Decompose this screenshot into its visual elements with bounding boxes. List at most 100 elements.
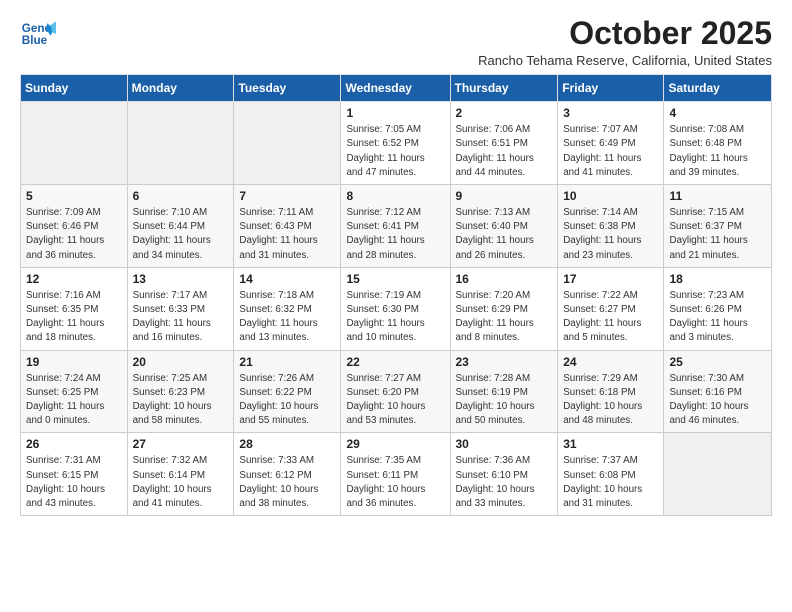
calendar-cell: 21Sunrise: 7:26 AM Sunset: 6:22 PM Dayli… [234, 350, 341, 433]
page: General Blue October 2025 Rancho Tehama … [0, 0, 792, 532]
calendar-cell: 30 Sunrise: 7:36 AM Sunset: 6:10 PM Dayli… [450, 433, 558, 516]
svg-text:Blue: Blue [22, 34, 48, 47]
calendar-week-row: 12 Sunrise: 7:16 AM Sunset: 6:35 PM Dayli… [21, 267, 772, 350]
calendar-cell: 12 Sunrise: 7:16 AM Sunset: 6:35 PM Dayli… [21, 267, 128, 350]
day-info: Sunrise: 7:36 AM Sunset: 6:10 PM Dayligh… [456, 454, 553, 511]
logo-icon: General Blue [20, 16, 56, 52]
calendar-cell: 10Sunrise: 7:14 AM Sunset: 6:38 PM Dayli… [558, 185, 664, 268]
calendar-cell: 9 Sunrise: 7:13 AM Sunset: 6:40 PM Daylig… [450, 185, 558, 268]
day-number: 4 [669, 106, 766, 120]
calendar-week-row: 1Sunrise: 7:05 AM Sunset: 6:52 PM Daylig… [21, 102, 772, 185]
day-info: Sunrise: 7:35 AM Sunset: 6:11 PM Dayligh… [346, 454, 444, 511]
day-info: Sunrise: 7:15 AM Sunset: 6:37 PM Dayligh… [669, 206, 766, 263]
day-info: Sunrise: 7:31 AM Sunset: 6:15 PM Dayligh… [26, 454, 122, 511]
calendar-week-row: 19 Sunrise: 7:24 AM Sunset: 6:25 PM Dayli… [21, 350, 772, 433]
day-number: 30 [456, 437, 553, 451]
day-info: Sunrise: 7:12 AM Sunset: 6:41 PM Dayligh… [346, 206, 444, 263]
calendar-cell: 20 Sunrise: 7:25 AM Sunset: 6:23 PM Dayli… [127, 350, 234, 433]
calendar-cell [21, 102, 128, 185]
day-number: 9 [456, 189, 553, 203]
calendar-cell: 29 Sunrise: 7:35 AM Sunset: 6:11 PM Dayli… [341, 433, 450, 516]
day-info: Sunrise: 7:14 AM Sunset: 6:38 PM Dayligh… [563, 206, 658, 263]
day-number: 6 [133, 189, 229, 203]
calendar-cell [664, 433, 772, 516]
calendar-cell: 16 Sunrise: 7:20 AM Sunset: 6:29 PM Dayli… [450, 267, 558, 350]
header: General Blue October 2025 Rancho Tehama … [20, 16, 772, 68]
subtitle: Rancho Tehama Reserve, California, Unite… [478, 53, 772, 68]
day-info: Sunrise: 7:25 AM Sunset: 6:23 PM Dayligh… [133, 372, 229, 429]
calendar-week-row: 26 Sunrise: 7:31 AM Sunset: 6:15 PM Dayli… [21, 433, 772, 516]
col-header-thursday: Thursday [450, 75, 558, 102]
day-info: Sunrise: 7:16 AM Sunset: 6:35 PM Dayligh… [26, 289, 122, 346]
day-number: 1 [346, 106, 444, 120]
logo: General Blue [20, 16, 56, 52]
day-info: Sunrise: 7:33 AM Sunset: 6:12 PM Dayligh… [239, 454, 335, 511]
day-number: 28 [239, 437, 335, 451]
col-header-friday: Friday [558, 75, 664, 102]
calendar-table: SundayMondayTuesdayWednesdayThursdayFrid… [20, 74, 772, 516]
day-info: Sunrise: 7:22 AM Sunset: 6:27 PM Dayligh… [563, 289, 658, 346]
day-info: Sunrise: 7:13 AM Sunset: 6:40 PM Dayligh… [456, 206, 553, 263]
day-info: Sunrise: 7:07 AM Sunset: 6:49 PM Dayligh… [563, 123, 658, 180]
col-header-tuesday: Tuesday [234, 75, 341, 102]
calendar-cell: 8Sunrise: 7:12 AM Sunset: 6:41 PM Daylig… [341, 185, 450, 268]
calendar-cell: 18Sunrise: 7:23 AM Sunset: 6:26 PM Dayli… [664, 267, 772, 350]
calendar-cell: 28 Sunrise: 7:33 AM Sunset: 6:12 PM Dayli… [234, 433, 341, 516]
day-info: Sunrise: 7:29 AM Sunset: 6:18 PM Dayligh… [563, 372, 658, 429]
day-number: 19 [26, 355, 122, 369]
day-info: Sunrise: 7:32 AM Sunset: 6:14 PM Dayligh… [133, 454, 229, 511]
day-number: 5 [26, 189, 122, 203]
calendar-cell: 17 Sunrise: 7:22 AM Sunset: 6:27 PM Dayli… [558, 267, 664, 350]
month-title: October 2025 [478, 16, 772, 51]
day-number: 2 [456, 106, 553, 120]
calendar-cell: 22 Sunrise: 7:27 AM Sunset: 6:20 PM Dayli… [341, 350, 450, 433]
day-number: 3 [563, 106, 658, 120]
day-info: Sunrise: 7:17 AM Sunset: 6:33 PM Dayligh… [133, 289, 229, 346]
col-header-monday: Monday [127, 75, 234, 102]
day-number: 22 [346, 355, 444, 369]
day-number: 20 [133, 355, 229, 369]
day-info: Sunrise: 7:09 AM Sunset: 6:46 PM Dayligh… [26, 206, 122, 263]
day-info: Sunrise: 7:20 AM Sunset: 6:29 PM Dayligh… [456, 289, 553, 346]
day-number: 13 [133, 272, 229, 286]
day-info: Sunrise: 7:08 AM Sunset: 6:48 PM Dayligh… [669, 123, 766, 180]
day-number: 24 [563, 355, 658, 369]
day-info: Sunrise: 7:24 AM Sunset: 6:25 PM Dayligh… [26, 372, 122, 429]
calendar-cell: 27 Sunrise: 7:32 AM Sunset: 6:14 PM Dayli… [127, 433, 234, 516]
day-number: 17 [563, 272, 658, 286]
calendar-cell: 15 Sunrise: 7:19 AM Sunset: 6:30 PM Dayli… [341, 267, 450, 350]
calendar-cell: 26 Sunrise: 7:31 AM Sunset: 6:15 PM Dayli… [21, 433, 128, 516]
day-info: Sunrise: 7:06 AM Sunset: 6:51 PM Dayligh… [456, 123, 553, 180]
col-header-wednesday: Wednesday [341, 75, 450, 102]
day-number: 15 [346, 272, 444, 286]
day-number: 26 [26, 437, 122, 451]
day-info: Sunrise: 7:26 AM Sunset: 6:22 PM Dayligh… [239, 372, 335, 429]
calendar-cell: 1Sunrise: 7:05 AM Sunset: 6:52 PM Daylig… [341, 102, 450, 185]
day-info: Sunrise: 7:37 AM Sunset: 6:08 PM Dayligh… [563, 454, 658, 511]
day-number: 31 [563, 437, 658, 451]
calendar-cell: 6Sunrise: 7:10 AM Sunset: 6:44 PM Daylig… [127, 185, 234, 268]
calendar-cell: 23Sunrise: 7:28 AM Sunset: 6:19 PM Dayli… [450, 350, 558, 433]
calendar-week-row: 5 Sunrise: 7:09 AM Sunset: 6:46 PM Daylig… [21, 185, 772, 268]
calendar-cell [127, 102, 234, 185]
day-number: 29 [346, 437, 444, 451]
day-number: 12 [26, 272, 122, 286]
day-number: 18 [669, 272, 766, 286]
day-info: Sunrise: 7:11 AM Sunset: 6:43 PM Dayligh… [239, 206, 335, 263]
calendar-cell: 24 Sunrise: 7:29 AM Sunset: 6:18 PM Dayli… [558, 350, 664, 433]
day-number: 11 [669, 189, 766, 203]
day-number: 16 [456, 272, 553, 286]
calendar-cell: 25Sunrise: 7:30 AM Sunset: 6:16 PM Dayli… [664, 350, 772, 433]
title-block: October 2025 Rancho Tehama Reserve, Cali… [478, 16, 772, 68]
day-number: 27 [133, 437, 229, 451]
day-info: Sunrise: 7:19 AM Sunset: 6:30 PM Dayligh… [346, 289, 444, 346]
day-info: Sunrise: 7:30 AM Sunset: 6:16 PM Dayligh… [669, 372, 766, 429]
day-number: 23 [456, 355, 553, 369]
calendar-cell: 7 Sunrise: 7:11 AM Sunset: 6:43 PM Daylig… [234, 185, 341, 268]
day-number: 7 [239, 189, 335, 203]
calendar-cell: 2 Sunrise: 7:06 AM Sunset: 6:51 PM Daylig… [450, 102, 558, 185]
day-info: Sunrise: 7:27 AM Sunset: 6:20 PM Dayligh… [346, 372, 444, 429]
calendar-cell: 3 Sunrise: 7:07 AM Sunset: 6:49 PM Daylig… [558, 102, 664, 185]
calendar-cell: 5 Sunrise: 7:09 AM Sunset: 6:46 PM Daylig… [21, 185, 128, 268]
calendar-cell: 4 Sunrise: 7:08 AM Sunset: 6:48 PM Daylig… [664, 102, 772, 185]
